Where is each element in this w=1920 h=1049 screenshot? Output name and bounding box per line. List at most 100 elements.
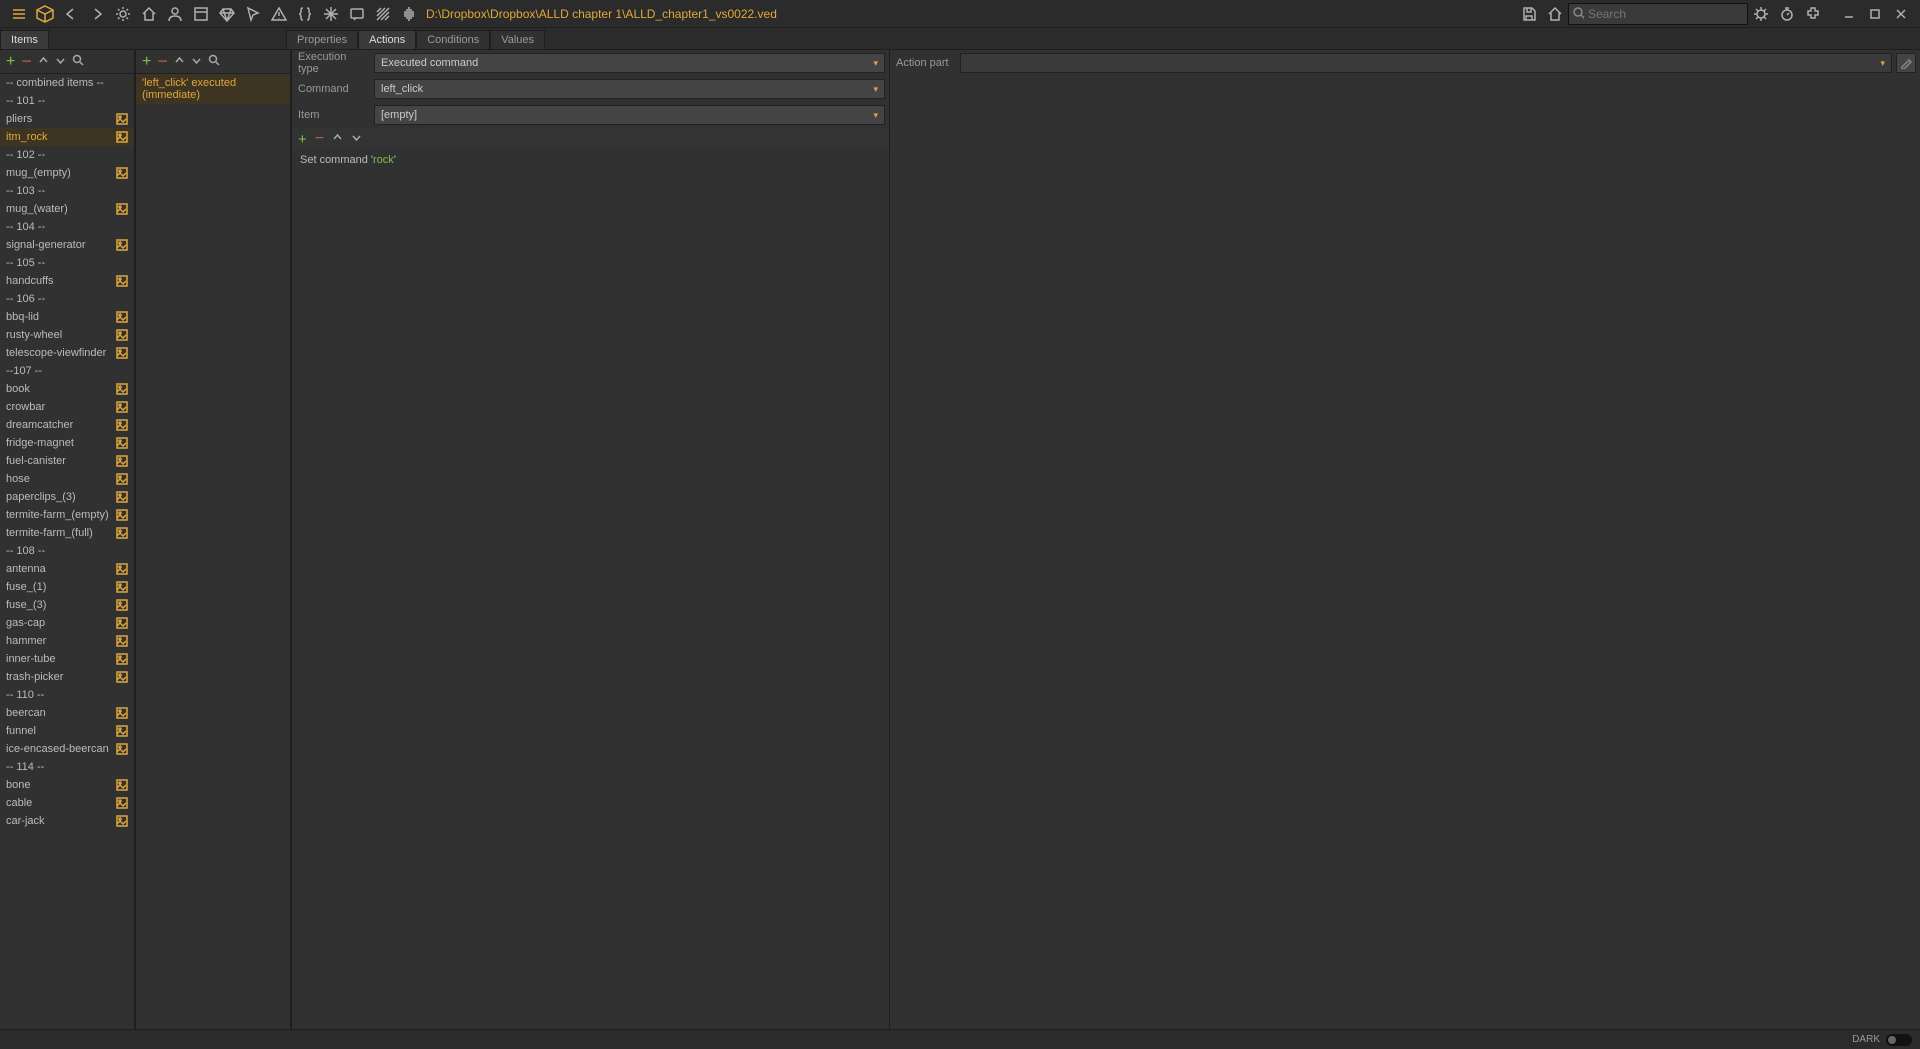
list-item[interactable]: -- 105 --	[0, 254, 134, 272]
forward-icon[interactable]	[84, 1, 110, 27]
list-item[interactable]: mug_(water)	[0, 200, 134, 218]
back-icon[interactable]	[58, 1, 84, 27]
list-item[interactable]: termite-farm_(empty)	[0, 506, 134, 524]
list-item[interactable]: -- 102 --	[0, 146, 134, 164]
braces-icon[interactable]	[292, 1, 318, 27]
list-item[interactable]: -- 110 --	[0, 686, 134, 704]
diamond-icon[interactable]	[214, 1, 240, 27]
window-icon[interactable]	[188, 1, 214, 27]
tab-items[interactable]: Items	[0, 30, 49, 49]
image-icon	[116, 581, 128, 593]
image-icon	[116, 671, 128, 683]
tab-actions[interactable]: Actions	[358, 30, 416, 49]
list-item[interactable]: -- combined items --	[0, 74, 134, 92]
move-up-icon[interactable]	[38, 55, 49, 69]
maximize-icon[interactable]	[1862, 1, 1888, 27]
list-item[interactable]: bone	[0, 776, 134, 794]
cursor-icon[interactable]	[240, 1, 266, 27]
menu-icon[interactable]	[6, 1, 32, 27]
list-item[interactable]: gas-cap	[0, 614, 134, 632]
settings-gear-icon[interactable]	[110, 1, 136, 27]
action-up-icon[interactable]	[174, 55, 185, 69]
list-item[interactable]: --107 --	[0, 362, 134, 380]
bug-icon[interactable]	[1748, 1, 1774, 27]
list-item[interactable]: fridge-magnet	[0, 434, 134, 452]
snowflake-icon[interactable]	[318, 1, 344, 27]
list-item[interactable]: funnel	[0, 722, 134, 740]
search-items-icon[interactable]	[72, 54, 84, 69]
actions-list[interactable]: 'left_click' executed (immediate)	[136, 74, 290, 104]
action-down-icon[interactable]	[191, 55, 202, 69]
search-box[interactable]	[1568, 3, 1748, 25]
list-item[interactable]: hammer	[0, 632, 134, 650]
list-item[interactable]: crowbar	[0, 398, 134, 416]
list-item[interactable]: rusty-wheel	[0, 326, 134, 344]
command-dropdown[interactable]: left_click ▾	[374, 79, 885, 99]
edit-action-part-icon[interactable]	[1896, 53, 1916, 73]
list-item[interactable]: hose	[0, 470, 134, 488]
home2-icon[interactable]	[1542, 1, 1568, 27]
stopwatch-icon[interactable]	[1774, 1, 1800, 27]
tab-values[interactable]: Values	[490, 30, 545, 49]
remove-action-icon[interactable]: −	[157, 51, 168, 72]
list-item[interactable]: fuse_(1)	[0, 578, 134, 596]
list-item[interactable]: -- 106 --	[0, 290, 134, 308]
toggle-switch[interactable]	[1886, 1034, 1912, 1046]
add-action-icon[interactable]: +	[142, 53, 151, 71]
list-item[interactable]: fuse_(3)	[0, 596, 134, 614]
list-item[interactable]: fuel-canister	[0, 452, 134, 470]
list-item[interactable]: pliers	[0, 110, 134, 128]
command-down-icon[interactable]	[351, 132, 362, 146]
list-item[interactable]: dreamcatcher	[0, 416, 134, 434]
search-actions-icon[interactable]	[208, 54, 220, 69]
hatch-icon[interactable]	[370, 1, 396, 27]
list-item[interactable]: paperclips_(3)	[0, 488, 134, 506]
warning-icon[interactable]	[266, 1, 292, 27]
command-up-icon[interactable]	[332, 132, 343, 146]
execution-type-dropdown[interactable]: Executed command ▾	[374, 53, 885, 73]
plugin-icon[interactable]	[1800, 1, 1826, 27]
list-item[interactable]: mug_(empty)	[0, 164, 134, 182]
image-icon	[116, 563, 128, 575]
close-icon[interactable]	[1888, 1, 1914, 27]
search-input[interactable]	[1584, 7, 1743, 21]
minimize-icon[interactable]	[1836, 1, 1862, 27]
dialog-icon[interactable]	[344, 1, 370, 27]
theme-toggle[interactable]: DARK	[1852, 1034, 1912, 1046]
remove-item-icon[interactable]: −	[21, 51, 32, 72]
home-icon[interactable]	[136, 1, 162, 27]
list-item[interactable]: antenna	[0, 560, 134, 578]
audio-wave-icon[interactable]	[396, 1, 422, 27]
save-icon[interactable]	[1516, 1, 1542, 27]
tab-conditions[interactable]: Conditions	[416, 30, 490, 49]
list-item[interactable]: -- 114 --	[0, 758, 134, 776]
item-dropdown[interactable]: [empty] ▾	[374, 105, 885, 125]
list-item[interactable]: ice-encased-beercan	[0, 740, 134, 758]
list-item[interactable]: -- 108 --	[0, 542, 134, 560]
move-down-icon[interactable]	[55, 55, 66, 69]
list-item[interactable]: telescope-viewfinder	[0, 344, 134, 362]
add-item-icon[interactable]: +	[6, 53, 15, 71]
list-item[interactable]: book	[0, 380, 134, 398]
add-command-icon[interactable]: +	[298, 131, 307, 148]
list-item[interactable]: car-jack	[0, 812, 134, 830]
list-item[interactable]: beercan	[0, 704, 134, 722]
user-icon[interactable]	[162, 1, 188, 27]
list-item[interactable]: itm_rock	[0, 128, 134, 146]
command-line[interactable]: Set command 'rock'	[292, 150, 889, 170]
list-item[interactable]: bbq-lid	[0, 308, 134, 326]
list-item[interactable]: handcuffs	[0, 272, 134, 290]
list-item[interactable]: signal-generator	[0, 236, 134, 254]
action-part-dropdown[interactable]: ▾	[960, 53, 1892, 73]
list-item[interactable]: -- 101 --	[0, 92, 134, 110]
list-item[interactable]: trash-picker	[0, 668, 134, 686]
list-item[interactable]: -- 104 --	[0, 218, 134, 236]
list-item[interactable]: -- 103 --	[0, 182, 134, 200]
remove-command-icon[interactable]: −	[315, 130, 324, 148]
list-item[interactable]: cable	[0, 794, 134, 812]
list-item[interactable]: termite-farm_(full)	[0, 524, 134, 542]
action-item[interactable]: 'left_click' executed (immediate)	[136, 74, 290, 104]
items-list[interactable]: -- combined items ---- 101 --pliersitm_r…	[0, 74, 134, 1029]
tab-properties[interactable]: Properties	[286, 30, 358, 49]
list-item[interactable]: inner-tube	[0, 650, 134, 668]
